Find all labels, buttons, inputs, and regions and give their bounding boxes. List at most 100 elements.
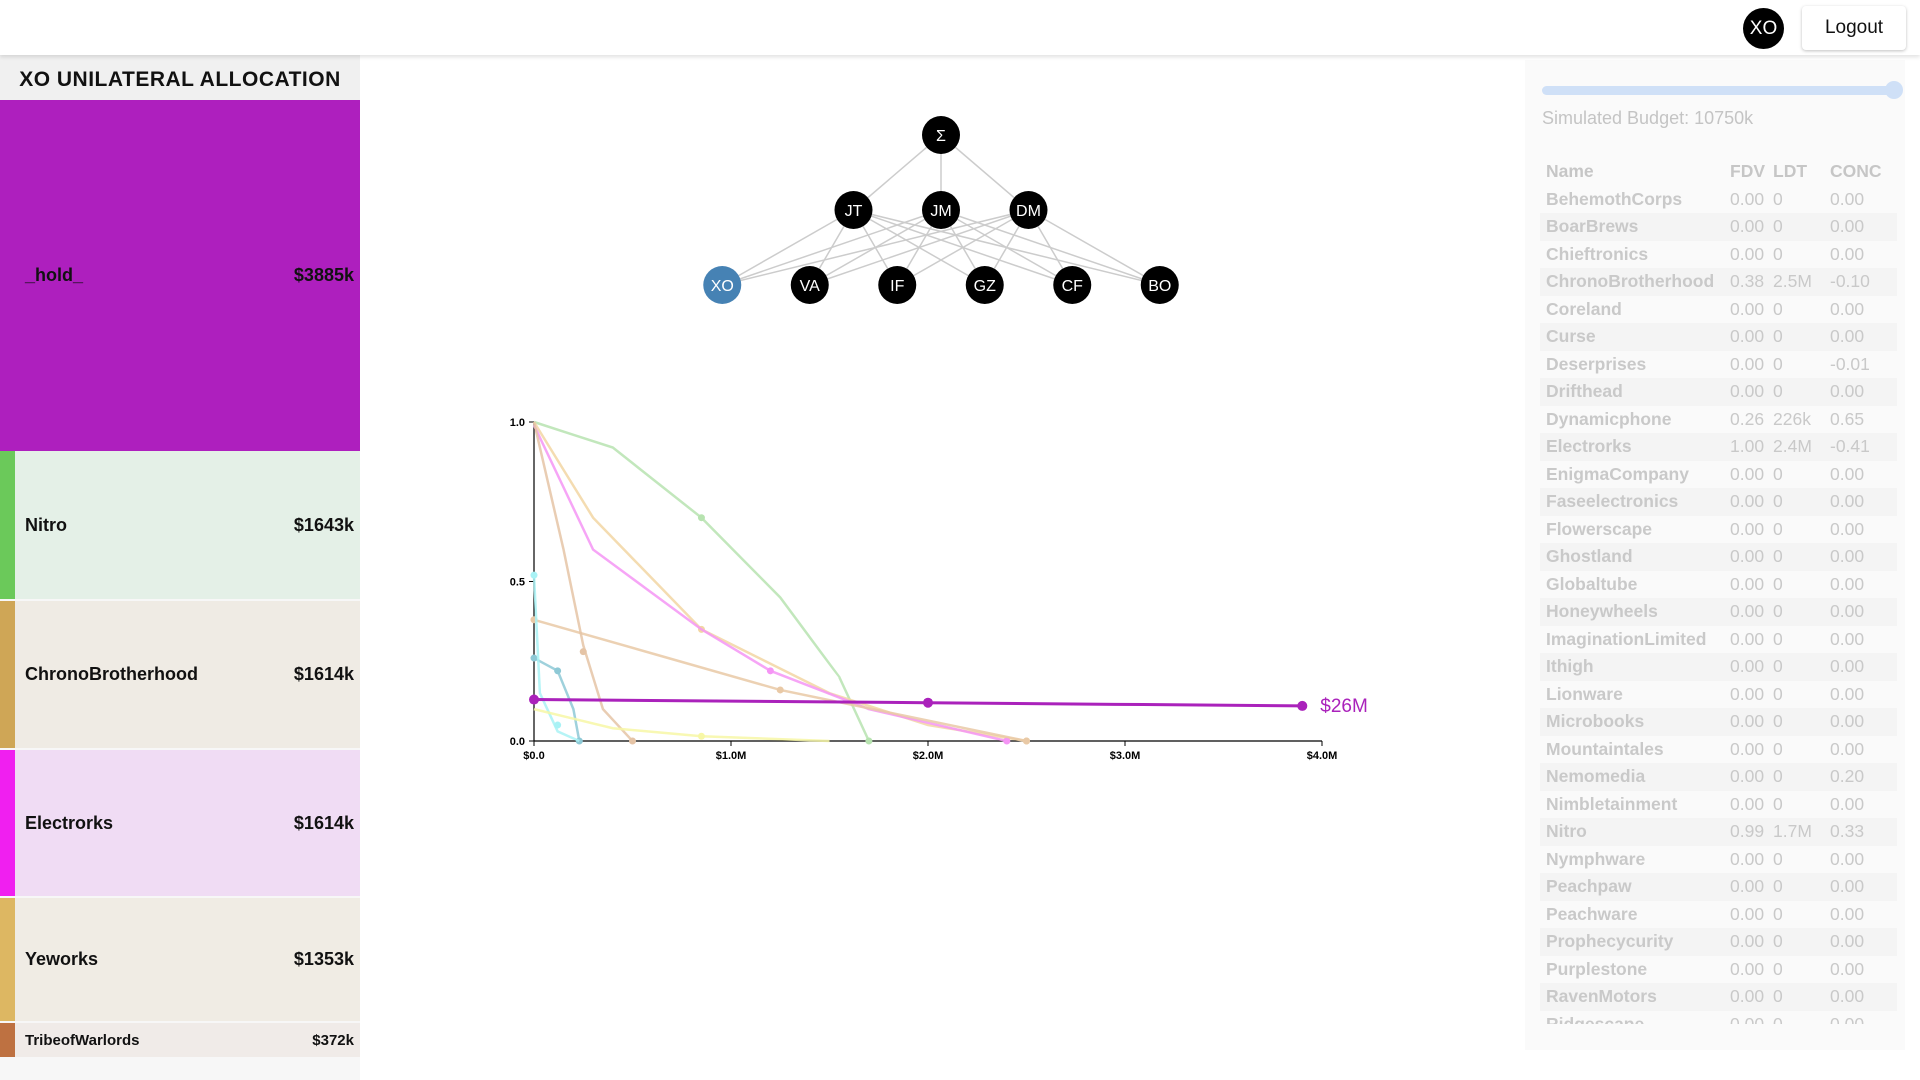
table-row[interactable]: RavenMotors 0.00 0 0.00 bbox=[1540, 983, 1897, 1011]
graph-node-label: CF bbox=[1062, 278, 1084, 295]
table-row[interactable]: Ridgescape 0.00 0 0.00 bbox=[1540, 1011, 1897, 1024]
column-header[interactable]: CONC bbox=[1830, 161, 1890, 182]
graph-node[interactable]: CF bbox=[1053, 266, 1092, 304]
allocation-name: ChronoBrotherhood bbox=[25, 664, 198, 684]
column-header[interactable]: LDT bbox=[1773, 161, 1830, 182]
series-point[interactable] bbox=[776, 686, 784, 694]
table-row[interactable]: Ithigh 0.00 0 0.00 bbox=[1540, 653, 1897, 681]
graph-node[interactable]: XO bbox=[703, 266, 742, 304]
allocation-value: $1614k bbox=[293, 812, 354, 833]
table-row[interactable]: BoarBrews 0.00 0 0.00 bbox=[1540, 213, 1897, 241]
table-row[interactable]: Drifthead 0.00 0 0.00 bbox=[1540, 378, 1897, 406]
budget-slider-handle[interactable] bbox=[1885, 81, 1903, 99]
table-cell: Peachpaw bbox=[1546, 876, 1632, 897]
logout-button[interactable]: Logout bbox=[1802, 6, 1906, 50]
allocation-row[interactable]: Nitro $1643k bbox=[0, 451, 360, 599]
table-row[interactable]: Peachpaw 0.00 0 0.00 bbox=[1540, 873, 1897, 901]
series-point[interactable] bbox=[579, 648, 587, 656]
series-point[interactable] bbox=[530, 654, 538, 662]
simulation-panel: Simulated Budget: 10750k Name FDV LDT CONC B… bbox=[1525, 60, 1905, 1050]
table-row[interactable]: Nitro 0.99 1.7M 0.33 bbox=[1540, 818, 1897, 846]
user-avatar[interactable]: XO bbox=[1743, 8, 1784, 49]
table-cell: Microbooks bbox=[1546, 711, 1645, 732]
graph-node[interactable]: DM bbox=[1009, 191, 1048, 229]
table-row[interactable]: Curse 0.00 0 0.00 bbox=[1540, 323, 1897, 351]
table-row[interactable]: Peachware 0.00 0 0.00 bbox=[1540, 901, 1897, 929]
table-row[interactable]: ImaginationLimited 0.00 0 0.00 bbox=[1540, 626, 1897, 654]
table-row[interactable]: Chieftronics 0.00 0 0.00 bbox=[1540, 241, 1897, 269]
table-cell: 0.00 bbox=[1730, 738, 1765, 759]
table-cell: 0.00 bbox=[1730, 766, 1765, 787]
table-cell: 0.00 bbox=[1730, 573, 1765, 594]
graph-node[interactable]: BO bbox=[1140, 266, 1179, 304]
graph-node-label: XO bbox=[711, 278, 734, 295]
graph-node[interactable]: JM bbox=[922, 191, 960, 229]
series-point[interactable] bbox=[1297, 700, 1308, 711]
table-cell: 0.00 bbox=[1730, 903, 1765, 924]
table-row[interactable]: Microbooks 0.00 0 0.00 bbox=[1540, 708, 1897, 736]
series-point[interactable] bbox=[766, 667, 774, 675]
table-row[interactable]: Globaltube 0.00 0 0.00 bbox=[1540, 571, 1897, 599]
table-row[interactable]: Nimbletainment 0.00 0 0.00 bbox=[1540, 791, 1897, 819]
allocation-row[interactable]: _hold_ $3885k bbox=[0, 100, 360, 451]
table-cell: 0.00 bbox=[1830, 243, 1865, 264]
table-cell: 0.00 bbox=[1830, 1013, 1865, 1024]
graph-node[interactable]: JT bbox=[834, 191, 873, 229]
table-row[interactable]: Electrorks 1.00 2.4M -0.41 bbox=[1540, 433, 1897, 461]
table-row[interactable]: Dynamicphone 0.26 226k 0.65 bbox=[1540, 406, 1897, 434]
table-row[interactable]: Deserprises 0.00 0 -0.01 bbox=[1540, 351, 1897, 379]
series-point[interactable] bbox=[530, 571, 538, 579]
table-row[interactable]: Mountaintales 0.00 0 0.00 bbox=[1540, 736, 1897, 764]
table-row[interactable]: BehemothCorps 0.00 0 0.00 bbox=[1540, 186, 1897, 214]
table-row[interactable]: Purplestone 0.00 0 0.00 bbox=[1540, 956, 1897, 984]
series-point[interactable] bbox=[697, 732, 705, 740]
table-cell: 0 bbox=[1773, 656, 1783, 677]
table-row[interactable]: Lionware 0.00 0 0.00 bbox=[1540, 681, 1897, 709]
allocation-row[interactable]: TribeofWarlords $372k bbox=[0, 1023, 360, 1057]
series-point[interactable] bbox=[554, 721, 562, 729]
allocation-row[interactable]: ChronoBrotherhood $1614k bbox=[0, 601, 360, 748]
table-row[interactable]: Honeywheels 0.00 0 0.00 bbox=[1540, 598, 1897, 626]
table-cell: 2.5M bbox=[1773, 271, 1812, 292]
allocation-row[interactable]: Electrorks $1614k bbox=[0, 750, 360, 896]
table-cell: 0 bbox=[1773, 1013, 1783, 1024]
table-cell: 0.00 bbox=[1730, 683, 1765, 704]
table-row[interactable]: Flowerscape 0.00 0 0.00 bbox=[1540, 516, 1897, 544]
table-cell: Purplestone bbox=[1546, 958, 1648, 979]
budget-slider[interactable] bbox=[1542, 86, 1892, 95]
series-point[interactable] bbox=[923, 697, 933, 708]
graph-node-label: DM bbox=[1016, 203, 1041, 220]
table-row[interactable]: Nymphware 0.00 0 0.00 bbox=[1540, 846, 1897, 874]
graph-node-label: JT bbox=[845, 203, 863, 220]
graph-node-label: IF bbox=[890, 278, 904, 295]
graph-node[interactable]: VA bbox=[790, 266, 829, 304]
graph-node[interactable]: GZ bbox=[965, 266, 1004, 304]
table-row[interactable]: Prophecycurity 0.00 0 0.00 bbox=[1540, 928, 1897, 956]
table-cell: Ridgescape bbox=[1546, 1013, 1645, 1024]
allocation-row[interactable]: Yeworks $1353k bbox=[0, 898, 360, 1021]
table-row[interactable]: Coreland 0.00 0 0.00 bbox=[1540, 296, 1897, 324]
column-header[interactable]: Name bbox=[1540, 161, 1730, 182]
table-row[interactable]: Ghostland 0.00 0 0.00 bbox=[1540, 543, 1897, 571]
table-row[interactable]: ChronoBrotherhood 0.38 2.5M -0.10 bbox=[1540, 268, 1897, 296]
series-line bbox=[532, 575, 580, 743]
series-point[interactable] bbox=[1023, 737, 1030, 745]
graph-node[interactable]: Σ bbox=[922, 116, 960, 154]
series-point[interactable] bbox=[629, 737, 636, 745]
table-row[interactable]: EnigmaCompany 0.00 0 0.00 bbox=[1540, 461, 1897, 489]
table-row[interactable]: Nemomedia 0.00 0 0.20 bbox=[1540, 763, 1897, 791]
table-cell: 0 bbox=[1773, 491, 1783, 512]
column-header[interactable]: FDV bbox=[1730, 161, 1773, 182]
table-cell: 0 bbox=[1773, 903, 1783, 924]
series-point[interactable] bbox=[865, 737, 873, 745]
series-point[interactable] bbox=[697, 514, 705, 522]
allocation-panel: XO UNILATERAL ALLOCATION _hold_ $3885k Nit… bbox=[0, 55, 360, 1080]
table-row[interactable]: Faseelectronics 0.00 0 0.00 bbox=[1540, 488, 1897, 516]
table-cell: 0.00 bbox=[1730, 711, 1765, 732]
series-point[interactable] bbox=[529, 694, 539, 705]
graph-node[interactable]: IF bbox=[878, 266, 917, 304]
series-point[interactable] bbox=[554, 667, 562, 675]
table-cell: Curse bbox=[1546, 326, 1596, 347]
table-cell: 0.00 bbox=[1730, 986, 1765, 1007]
table-cell: Drifthead bbox=[1546, 381, 1623, 402]
